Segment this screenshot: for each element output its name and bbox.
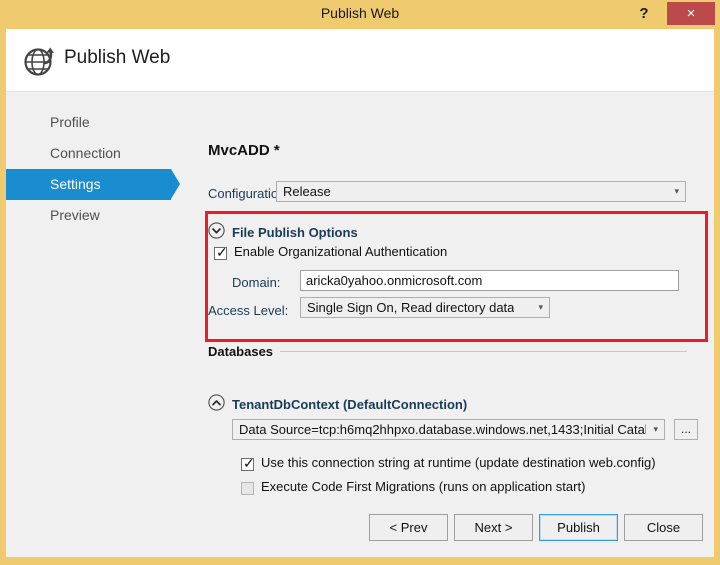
use-connection-string-label[interactable]: Use this connection string at runtime (u… xyxy=(261,455,656,470)
chevron-down-icon: ▾ xyxy=(674,182,679,201)
dialog-header: Publish Web xyxy=(6,29,714,92)
dialog-pane: Profile Connection Settings Preview MvcA… xyxy=(6,92,714,557)
chevron-down-icon: ▾ xyxy=(538,298,543,317)
configuration-dropdown[interactable]: Release ▾ xyxy=(276,181,686,202)
title-bar: Publish Web ? × xyxy=(0,0,720,27)
close-window-button[interactable]: × xyxy=(667,2,715,25)
file-publish-options-expander[interactable] xyxy=(208,222,225,239)
access-level-dropdown[interactable]: Single Sign On, Read directory data ▾ xyxy=(300,297,550,318)
databases-divider xyxy=(276,351,687,352)
connection-string-dropdown[interactable]: Data Source=tcp:h6mq2hhpxo.database.wind… xyxy=(232,419,665,440)
sidebar-item-connection[interactable]: Connection xyxy=(6,138,171,169)
use-connection-string-checkbox[interactable]: ✓ xyxy=(241,458,254,471)
sidebar-item-preview[interactable]: Preview xyxy=(6,200,171,231)
databases-group-title: Databases xyxy=(208,344,280,359)
file-publish-options-title: File Publish Options xyxy=(232,225,358,240)
check-icon: ✓ xyxy=(243,455,255,472)
page-title: MvcADD * xyxy=(208,142,280,159)
dialog-header-title: Publish Web xyxy=(64,47,170,69)
sidebar-item-settings[interactable]: Settings xyxy=(6,169,171,200)
connection-string-value: Data Source=tcp:h6mq2hhpxo.database.wind… xyxy=(239,420,646,439)
settings-content: MvcADD * Configuration: Release ▾ File P… xyxy=(181,92,714,557)
sidebar-item-profile[interactable]: Profile xyxy=(6,107,171,138)
domain-input[interactable]: aricka0yahoo.onmicrosoft.com xyxy=(300,270,679,291)
browse-connection-button[interactable]: ... xyxy=(674,419,698,440)
access-level-value: Single Sign On, Read directory data xyxy=(307,298,514,317)
configuration-value: Release xyxy=(283,182,331,201)
publish-button[interactable]: Publish xyxy=(539,514,618,541)
close-button[interactable]: Close xyxy=(624,514,703,541)
access-level-label: Access Level: xyxy=(208,303,288,318)
domain-label: Domain: xyxy=(232,275,280,290)
enable-org-auth-checkbox[interactable]: ✓ xyxy=(214,247,227,260)
globe-publish-icon xyxy=(21,41,59,79)
sidebar: Profile Connection Settings Preview xyxy=(6,92,181,557)
chevron-down-icon: ▾ xyxy=(653,420,658,439)
publish-web-dialog: Publish Web ? × Publish Web xyxy=(0,0,720,565)
tenant-db-context-expander[interactable] xyxy=(208,394,225,411)
tenant-db-context-title: TenantDbContext (DefaultConnection) xyxy=(232,397,467,412)
code-first-migrations-label[interactable]: Execute Code First Migrations (runs on a… xyxy=(261,479,585,494)
window-body: Publish Web Profile Connection Settings … xyxy=(6,29,714,557)
enable-org-auth-label[interactable]: Enable Organizational Authentication xyxy=(234,244,447,259)
prev-button[interactable]: < Prev xyxy=(369,514,448,541)
code-first-migrations-checkbox[interactable] xyxy=(241,482,254,495)
window-title: Publish Web xyxy=(0,0,720,27)
check-icon: ✓ xyxy=(216,244,228,261)
help-button[interactable]: ? xyxy=(626,0,662,27)
next-button[interactable]: Next > xyxy=(454,514,533,541)
